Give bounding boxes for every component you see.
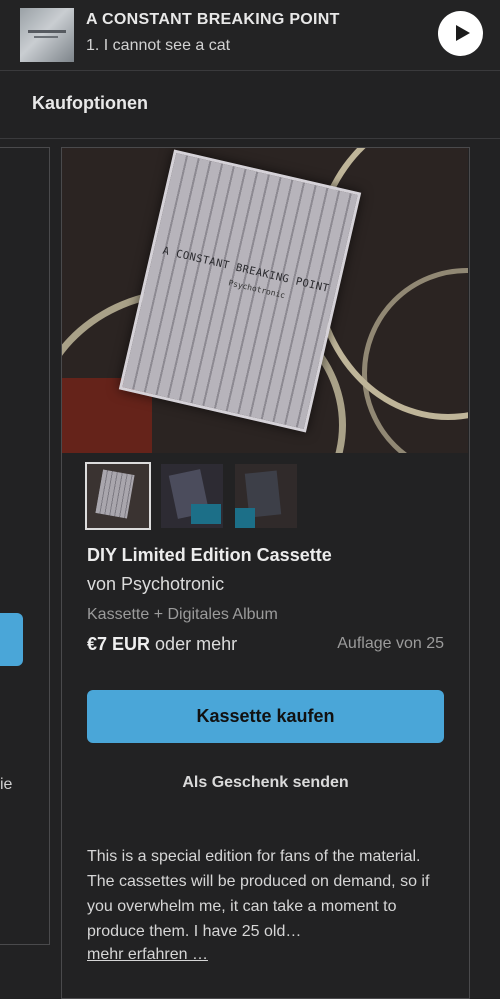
product-thumbnail-1[interactable] <box>85 462 151 530</box>
product-image[interactable]: A CONSTANT BREAKING POINT Psychotronic <box>62 148 468 453</box>
product-price: €7 EUR oder mehr <box>87 634 237 655</box>
section-header: Kaufoptionen <box>0 71 500 139</box>
send-as-gift-link[interactable]: Als Geschenk senden <box>87 774 444 792</box>
product-format: Kassette + Digitales Album <box>87 606 278 623</box>
previous-card-text: ie <box>0 776 13 793</box>
album-title[interactable]: A CONSTANT BREAKING POINT <box>86 11 340 29</box>
price-value: €7 EUR <box>87 634 151 654</box>
read-more-link[interactable]: mehr erfahren … <box>87 946 208 964</box>
mini-player: A CONSTANT BREAKING POINT 1. I cannot se… <box>0 0 500 71</box>
product-description: This is a special edition for fans of th… <box>87 848 430 940</box>
previous-purchase-card[interactable] <box>0 147 50 945</box>
edition-size: Auflage von 25 <box>337 635 444 652</box>
play-icon[interactable] <box>438 11 483 56</box>
product-thumbnail-2[interactable] <box>161 464 223 528</box>
price-suffix: oder mehr <box>155 634 238 654</box>
product-thumbnail-3[interactable] <box>235 464 297 528</box>
album-art-thumbnail[interactable] <box>20 8 74 62</box>
track-title: 1. I cannot see a cat <box>86 37 231 54</box>
product-artist: von Psychotronic <box>87 574 225 594</box>
section-title: Kaufoptionen <box>32 93 148 113</box>
product-title: DIY Limited Edition Cassette <box>87 545 332 565</box>
buy-cassette-button[interactable]: Kassette kaufen <box>87 690 444 743</box>
previous-buy-button[interactable] <box>0 613 23 666</box>
